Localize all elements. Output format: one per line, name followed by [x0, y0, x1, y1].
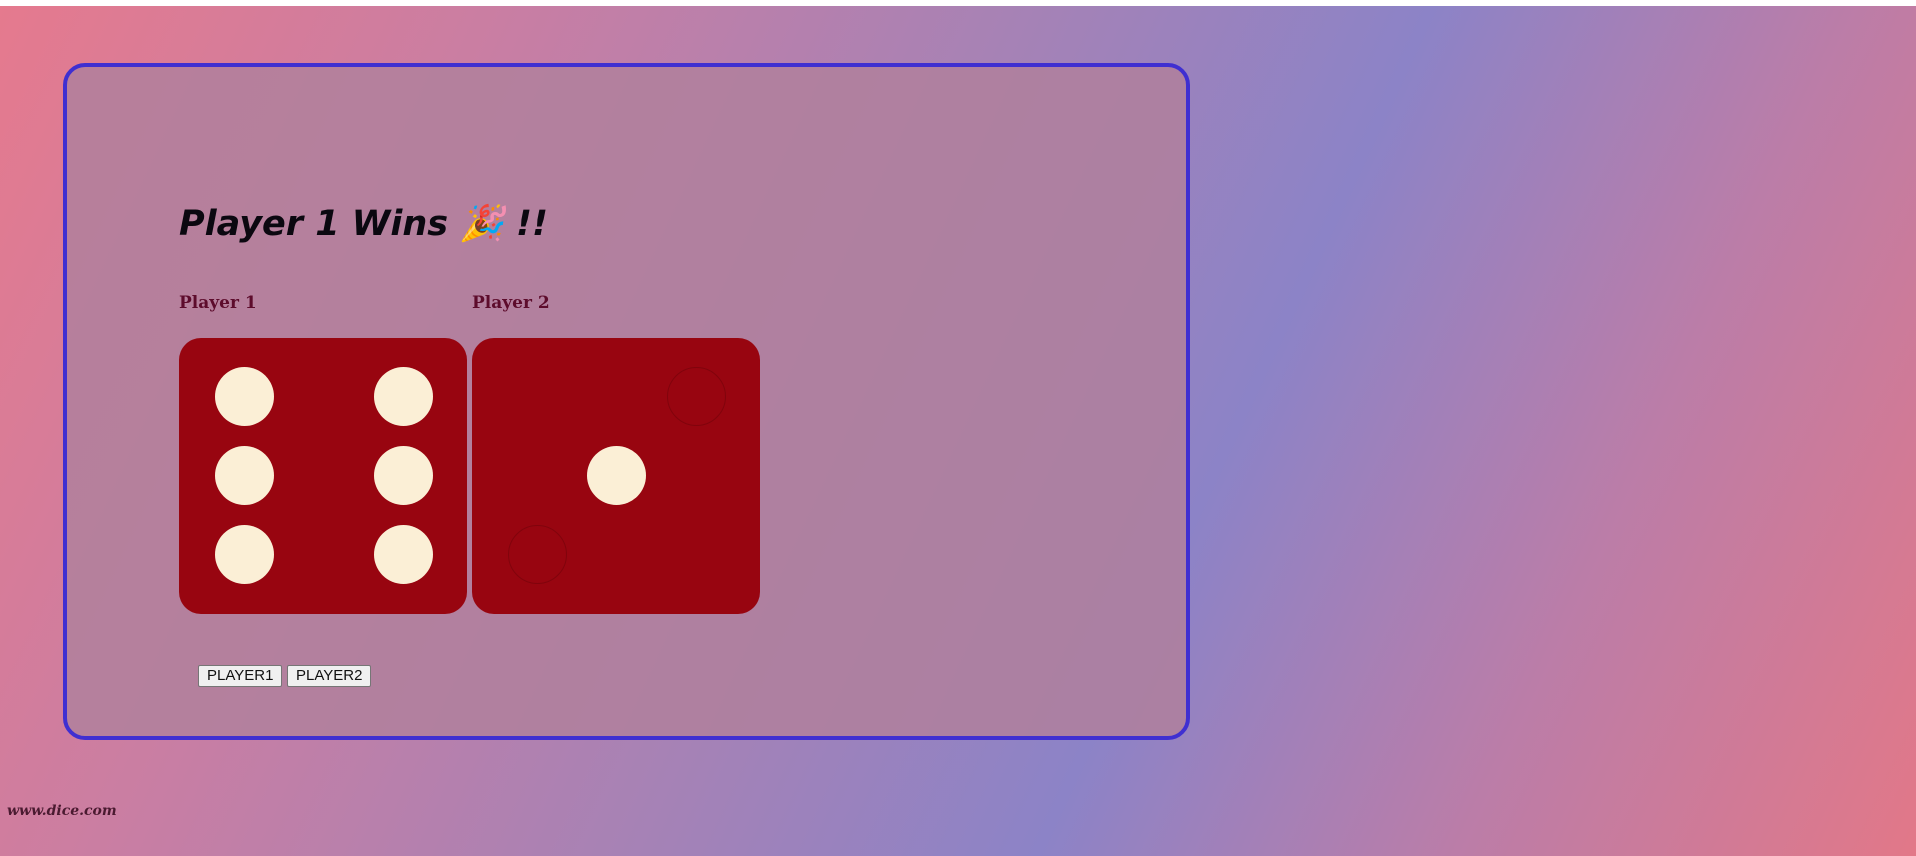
die-pip [374, 446, 433, 505]
player1-die [179, 338, 467, 614]
player2-die [472, 338, 760, 614]
result-heading: Player 1 Wins 🎉 !! [179, 204, 548, 244]
die-pip [374, 367, 433, 426]
footer-site-link: www.dice.com [7, 803, 117, 819]
die-pip-hidden [508, 525, 567, 584]
player2-roll-button[interactable]: PLAYER2 [287, 665, 372, 687]
player1-label: Player 1 [179, 293, 257, 313]
player1-roll-button[interactable]: PLAYER1 [198, 665, 283, 687]
die-pip-hidden [667, 367, 726, 426]
player2-label: Player 2 [472, 293, 550, 313]
die-pip [215, 525, 274, 584]
die-pip [215, 446, 274, 505]
die-pip [215, 367, 274, 426]
die-pip [374, 525, 433, 584]
die-pip [587, 446, 646, 505]
